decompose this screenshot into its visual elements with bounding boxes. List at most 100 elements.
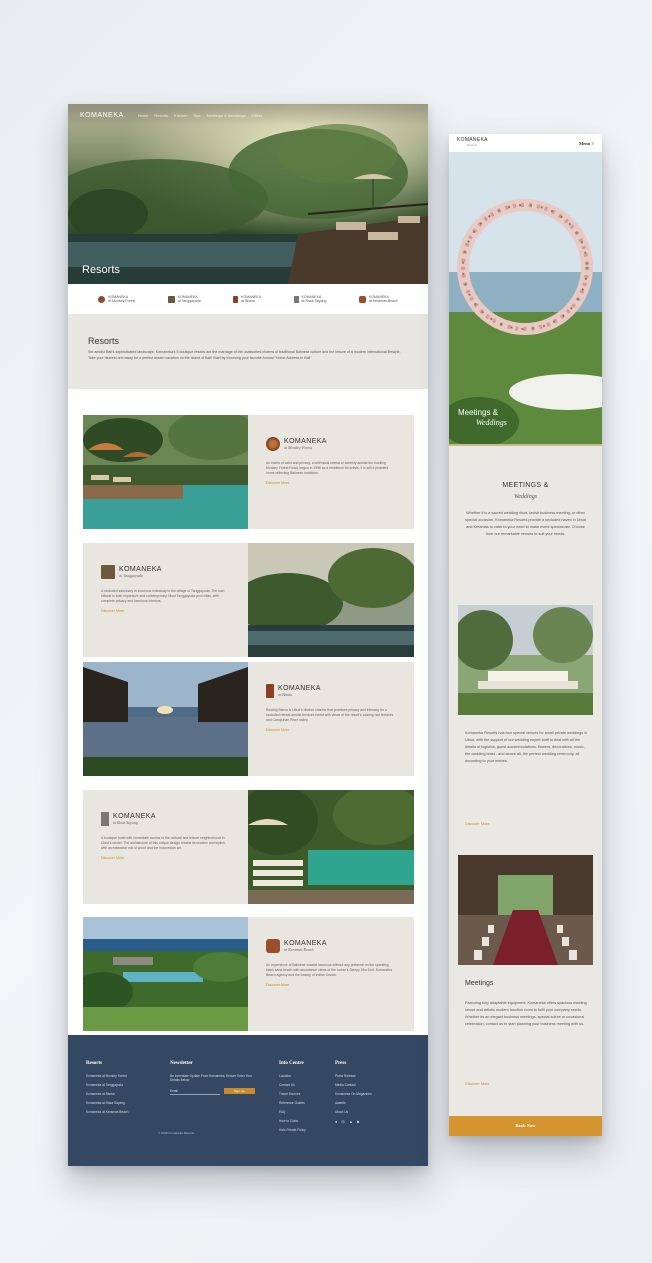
twitter-icon[interactable]: ▲	[349, 1119, 353, 1124]
footer-link[interactable]: Travel Sources	[279, 1092, 306, 1096]
resort-card-monkey-forest: KOMANEKA at Monkey Forest As lovers of ca…	[83, 415, 414, 529]
logo-rasa-sayang[interactable]: KOMANEKA at Rasa Sayang	[293, 295, 327, 303]
resort-name: KOMANEKA	[284, 438, 327, 445]
discover-more-link[interactable]: Discover More	[266, 983, 396, 987]
mobile-logo[interactable]: KOMANEKA Resorts	[457, 138, 488, 148]
logo-sub: at Rasa Sayang	[301, 299, 327, 303]
resort-card-keramas-beach: KOMANEKA at Keramas Beach An experience o…	[83, 917, 414, 1031]
footer-newsletter-title: Newsletter	[170, 1061, 193, 1066]
footer-link[interactable]: Reference Guides	[279, 1101, 306, 1105]
resort-description: A secluded sanctuary in luxurious hideaw…	[101, 589, 225, 603]
desktop-nav: KOMANEKA Home Resorts Kitchen Spa Meetin…	[68, 104, 428, 126]
nav-item-kitchen[interactable]: Kitchen	[174, 113, 187, 118]
footer-link[interactable]: Contact Us	[279, 1083, 306, 1087]
logo-monkey-forest[interactable]: KOMANEKA at Monkey Forest	[98, 295, 135, 303]
footer-link[interactable]: Press Release	[335, 1074, 372, 1078]
meetings-title: Meetings	[465, 980, 494, 987]
section-text: Whether it is a sacred wedding ritual, l…	[465, 511, 586, 536]
instagram-icon[interactable]: ◎	[341, 1119, 345, 1124]
tanggayuda-emblem-icon	[101, 565, 115, 579]
keramas-beach-emblem-icon	[266, 939, 280, 953]
footer-link[interactable]: Komaneka at Keramas Beach	[86, 1110, 128, 1114]
resort-logo-strip: KOMANEKA at Monkey Forest KOMANEKA at Tang…	[68, 284, 428, 314]
section-title-italic: Weddings	[513, 494, 538, 500]
resort-location: at Monkey Forest	[284, 445, 313, 450]
weddings-discover-more-link[interactable]: Discover More	[465, 822, 489, 826]
footer-link[interactable]: Komaneka On Magazines	[335, 1092, 372, 1096]
desktop-page-mockup: KOMANEKA Home Resorts Kitchen Spa Meetin…	[68, 104, 428, 1166]
mobile-hero-title: Meetings & Weddings	[458, 408, 507, 427]
mobile-logo-sub: Resorts	[467, 144, 478, 147]
meetings-discover-more-link[interactable]: Discover More	[465, 1082, 489, 1086]
resort-photo	[248, 790, 414, 904]
menu-button[interactable]: Menu ≡	[579, 141, 594, 146]
logo-keramas-beach[interactable]: KOMANEKA at Keramas Beach	[358, 295, 398, 303]
footer-link[interactable]: About Us	[335, 1110, 372, 1114]
footer-newsletter-column: Newsletter Be Inmediate Update From Koma…	[170, 1061, 255, 1100]
discover-more-link[interactable]: Discover More	[266, 481, 396, 485]
resort-emblem-icon	[293, 295, 299, 303]
facebook-icon[interactable]: ●	[335, 1119, 337, 1124]
logo-sub: at Tanggayuda	[177, 299, 201, 303]
footer-link[interactable]: FAQ	[279, 1110, 306, 1114]
resort-card-tanggayuda: KOMANEKA at Tanggayuda A secluded sanctua…	[83, 543, 414, 657]
footer-link[interactable]: Halo Private Policy	[279, 1128, 306, 1132]
resort-description: A boutique hotel with immediate access t…	[101, 836, 226, 850]
footer-link[interactable]: Komaneka at Rasa Sayang	[86, 1101, 128, 1105]
logo-sub: at Monkey Forest	[108, 299, 136, 303]
discover-more-link[interactable]: Discover More	[266, 728, 396, 732]
meetings-text: Featuring fully adaptable equipment, Kom…	[465, 1001, 587, 1026]
discover-more-link[interactable]: Discover More	[101, 609, 230, 613]
copyright: © 2018 Komaneka Resorts	[158, 1131, 195, 1135]
footer-link[interactable]: Awards	[335, 1101, 372, 1105]
resort-photo	[83, 662, 248, 776]
resort-location: at Rasa Sayang	[113, 820, 138, 825]
wedding-arch-photo	[449, 152, 602, 444]
wedding-venue-photo	[458, 605, 593, 715]
resort-photo	[248, 543, 414, 657]
nav-item-home[interactable]: Home	[138, 113, 149, 118]
logo-bisma[interactable]: KOMANEKA at Bisma	[233, 295, 261, 303]
footer-press-title: Press	[335, 1061, 347, 1066]
mobile-page-mockup: KOMANEKA Resorts Menu ≡ Meetings & Wedding…	[449, 134, 602, 1136]
nav-logo[interactable]: KOMANEKA	[80, 112, 124, 119]
resorts-intro: Resorts Set amidst Bali's sophisticated …	[68, 314, 428, 389]
book-now-button[interactable]: Book Now	[449, 1116, 602, 1136]
footer-link[interactable]: Media Contact	[335, 1083, 372, 1087]
section-divider	[449, 444, 602, 446]
hero-image: KOMANEKA Home Resorts Kitchen Spa Meetin…	[68, 104, 428, 284]
mobile-header: KOMANEKA Resorts Menu ≡	[449, 134, 602, 152]
section-title: MEETINGS &	[502, 482, 549, 489]
logo-tanggayuda[interactable]: KOMANEKA at Tanggayuda	[167, 295, 201, 303]
resort-emblem-icon	[167, 295, 175, 303]
nav-item-spa[interactable]: Spa	[193, 113, 200, 118]
resort-description: Resting Bisma is Ubud's distinct charms …	[266, 708, 394, 722]
logo-sub: at Bisma	[241, 299, 255, 303]
resort-photo	[83, 917, 248, 1031]
weddings-text: Komaneka Resorts has four special venues…	[465, 731, 588, 763]
newsletter-signup-button[interactable]: Sign Up	[224, 1088, 255, 1094]
footer-resorts-title: Resorts	[86, 1061, 103, 1066]
footer-link[interactable]: Komaneka at Tanggayuda	[86, 1083, 128, 1087]
logo-sub: at Keramas Beach	[368, 299, 398, 303]
discover-more-link[interactable]: Discover More	[101, 856, 230, 860]
resort-info: KOMANEKA at Rasa Sayang A boutique hotel …	[83, 790, 248, 904]
footer-press-column: Press Press Release Media Contact Komane…	[335, 1061, 372, 1129]
footer-link[interactable]: How to Clubs	[279, 1119, 306, 1123]
footer-info-title: Info Centre	[279, 1061, 304, 1066]
mobile-hero-image: Meetings & Weddings	[449, 152, 602, 444]
footer-link[interactable]: Location	[279, 1074, 306, 1078]
nav-item-meetings-weddings[interactable]: Meetings & Weddings	[207, 113, 246, 118]
social-icons: ● ◎ ▲ ■	[335, 1119, 372, 1124]
resort-info: KOMANEKA at Tanggayuda A secluded sanctua…	[83, 543, 248, 657]
youtube-icon[interactable]: ■	[357, 1119, 359, 1124]
resort-info: KOMANEKA at Bisma Resting Bisma is Ubud's…	[248, 662, 414, 776]
resort-location: at Keramas Beach	[284, 947, 314, 952]
nav-item-offers[interactable]: Offers	[251, 113, 262, 118]
footer-link[interactable]: Komaneka at Bisma	[86, 1092, 128, 1096]
nav-item-resorts[interactable]: Resorts	[154, 113, 168, 118]
resort-description: As lovers of calm and privacy, a whimsic…	[266, 461, 389, 475]
newsletter-email-input[interactable]: Email	[170, 1089, 220, 1095]
footer-link[interactable]: Komaneka at Monkey Forest	[86, 1074, 128, 1078]
monkey-forest-emblem-icon	[266, 437, 280, 451]
